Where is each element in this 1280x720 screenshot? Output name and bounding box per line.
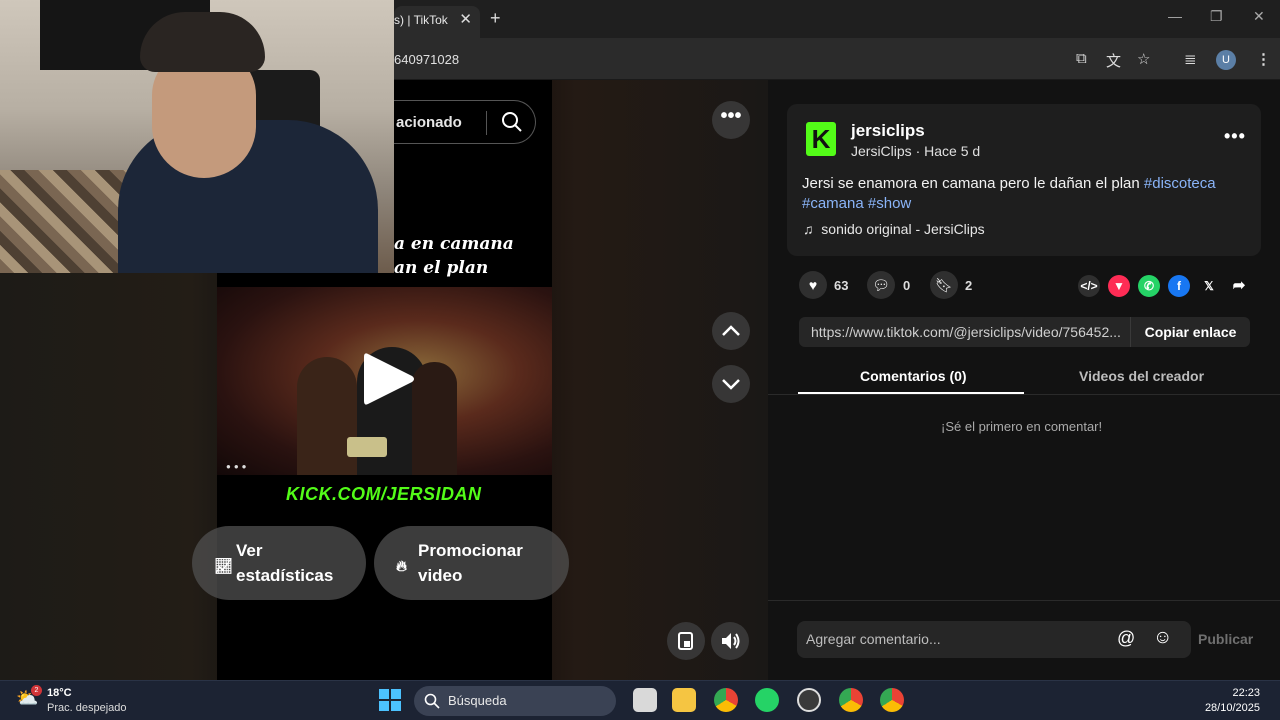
save-count: 2 — [965, 278, 973, 293]
clock-date: 28/10/2025 — [1204, 702, 1260, 714]
install-app-icon[interactable]: ⧉ — [1076, 50, 1087, 67]
like-count: 63 — [834, 278, 849, 293]
kick-url-overlay: KICK.COM/JERSIDAN — [286, 484, 482, 504]
comment-count: 0 — [903, 278, 911, 293]
bookmark-star-icon[interactable]: ☆ — [1137, 50, 1150, 68]
comment-divider — [768, 600, 1280, 601]
weather-badge: 2 — [31, 685, 42, 696]
carousel-dots: ●●● — [226, 462, 250, 471]
search-icon — [424, 693, 440, 709]
media-controls-icon[interactable]: ≣ — [1184, 50, 1197, 68]
search-icon[interactable] — [500, 110, 524, 134]
tab-title: s) | TikTok — [394, 13, 448, 27]
repost-icon[interactable]: ▼ — [1108, 275, 1130, 297]
empty-comments-text: ¡Sé el primero en comentar! — [941, 419, 1103, 434]
chrome-profile-icon[interactable] — [880, 688, 904, 712]
promote-label-2: video — [418, 566, 463, 585]
volume-icon — [722, 633, 740, 649]
url-text[interactable]: 640971028 — [394, 52, 459, 67]
comment-bubble-icon: 💬︎ — [872, 277, 890, 293]
copy-link-button[interactable]: Copiar enlace — [1130, 317, 1250, 347]
whatsapp-app-icon[interactable] — [755, 688, 779, 712]
window-close-icon[interactable]: ✕ — [1253, 8, 1265, 25]
chrome-profile-icon[interactable] — [839, 688, 863, 712]
facebook-icon[interactable]: f — [1168, 275, 1190, 297]
file-explorer-icon[interactable] — [672, 688, 696, 712]
like-button[interactable]: ♥ — [799, 271, 827, 299]
play-icon[interactable] — [362, 350, 416, 408]
obs-icon[interactable] — [797, 688, 821, 712]
sound-label: sonido original - JersiClips — [821, 221, 985, 237]
next-video-button[interactable] — [712, 365, 750, 403]
creator-username[interactable]: jersiclips — [851, 121, 925, 141]
publish-button[interactable]: Publicar — [1198, 631, 1253, 647]
embed-icon[interactable]: </> — [1078, 275, 1100, 297]
emoji-icon[interactable]: ☺ — [1153, 627, 1172, 649]
promote-label-1: Promocionar — [418, 541, 523, 560]
description-text: Jersi se enamora en camana pero le dañan… — [802, 175, 1144, 192]
tab-creator-videos[interactable]: Videos del creador — [1079, 368, 1204, 384]
webcam-overlay — [0, 0, 394, 273]
comment-placeholder: Agregar comentario... — [806, 631, 941, 647]
pip-icon — [678, 632, 693, 650]
tab-comments[interactable]: Comentarios (0) — [860, 368, 967, 384]
chevron-up-icon — [722, 325, 740, 336]
task-view-icon[interactable] — [633, 688, 657, 712]
video-caption-overlay: a en camana an el plan — [394, 232, 514, 280]
close-tab-icon[interactable]: ✕ — [459, 10, 472, 28]
promote-video-button[interactable]: 🔥︎ Promocionar video — [374, 526, 569, 600]
hashtag-link[interactable]: #discoteca — [1144, 175, 1216, 192]
post-description: Jersi se enamora en camana pero le dañan… — [802, 174, 1242, 214]
windows-start-icon[interactable] — [379, 689, 401, 711]
flame-icon: 🔥︎ — [396, 558, 408, 575]
stats-label-1: Ver — [236, 541, 263, 560]
volume-button[interactable] — [711, 622, 749, 660]
chrome-icon[interactable] — [714, 688, 738, 712]
profile-avatar[interactable]: U — [1216, 50, 1236, 70]
translate-icon[interactable]: 文 — [1106, 50, 1121, 71]
caption-line-2: an el plan — [394, 258, 489, 278]
clock-time: 22:23 — [1232, 687, 1260, 699]
chart-icon: 📈︎ — [214, 558, 234, 575]
stats-label-2: estadísticas — [236, 566, 334, 585]
minimize-icon[interactable]: — — [1168, 8, 1182, 24]
sound-link[interactable]: ♫ sonido original - JersiClips — [803, 221, 985, 237]
hashtag-link[interactable]: #camana — [802, 195, 864, 212]
music-note-icon: ♫ — [803, 221, 814, 237]
caption-line-1: a en camana — [394, 234, 514, 254]
comment-button[interactable]: 💬︎ — [867, 271, 895, 299]
browser-tab[interactable]: s) | TikTok ✕ — [394, 6, 480, 38]
hashtag-link[interactable]: #show — [868, 195, 911, 212]
system-clock[interactable]: 22:23 28/10/2025 — [1200, 686, 1260, 716]
picture-in-picture-button[interactable] — [667, 622, 705, 660]
previous-video-button[interactable] — [712, 312, 750, 350]
taskbar-search[interactable]: Búsqueda — [414, 686, 616, 716]
browser-menu-icon[interactable]: ⋮ — [1256, 50, 1271, 68]
tabs-divider — [768, 394, 1280, 395]
video-link[interactable]: https://www.tiktok.com/@jersiclips/video… — [811, 324, 1121, 340]
chevron-down-icon — [722, 379, 740, 390]
creator-avatar[interactable]: K — [806, 122, 836, 156]
active-tab-indicator — [798, 392, 1024, 394]
weather-temp[interactable]: 18°C — [47, 687, 72, 699]
post-more-icon[interactable]: ••• — [1224, 126, 1246, 147]
creator-meta: JersiClips · Hace 5 d — [851, 143, 981, 159]
taskbar-search-label: Búsqueda — [448, 693, 507, 708]
video-more-icon[interactable]: ••• — [712, 101, 750, 139]
weather-desc[interactable]: Prac. despejado — [47, 702, 127, 714]
save-button[interactable]: 🔖︎ — [930, 271, 958, 299]
heart-icon: ♥ — [808, 277, 818, 293]
whatsapp-icon[interactable]: ✆ — [1138, 275, 1160, 297]
bookmark-icon: 🔖︎ — [935, 277, 953, 293]
restore-icon[interactable]: ❐ — [1210, 8, 1223, 25]
share-arrow-icon[interactable]: ➦ — [1228, 275, 1250, 297]
video-search-box[interactable]: acionado — [394, 100, 536, 144]
x-icon[interactable]: 𝕏 — [1198, 275, 1220, 297]
view-stats-button[interactable]: 📈︎ Ver estadísticas — [192, 526, 366, 600]
mention-icon[interactable]: @ — [1117, 628, 1135, 649]
new-tab-icon[interactable]: + — [490, 8, 501, 29]
search-divider — [486, 111, 487, 135]
search-text: acionado — [396, 114, 462, 131]
